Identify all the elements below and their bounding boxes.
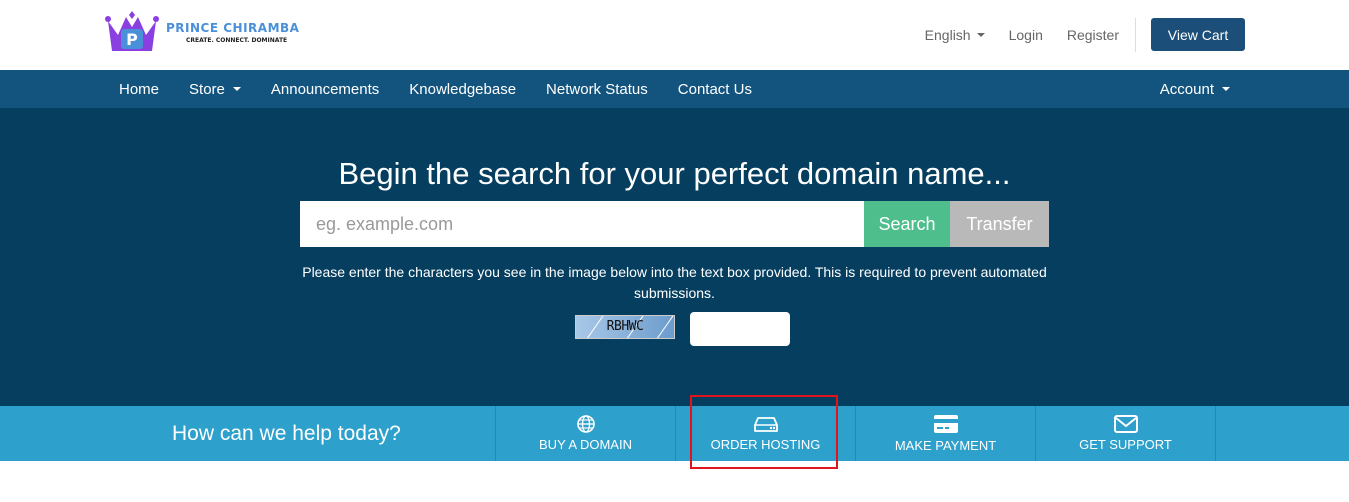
nav-item-store[interactable]: Store <box>174 70 256 108</box>
help-item-label: BUY A DOMAIN <box>539 437 632 452</box>
captcha-code: RBHWC <box>606 319 644 334</box>
help-items: BUY A DOMAIN ORDER HOSTING MAKE PAYMENT <box>495 406 1216 461</box>
transfer-button[interactable]: Transfer <box>950 201 1049 247</box>
svg-text:P: P <box>126 30 138 49</box>
hdd-icon <box>753 417 778 432</box>
main-navbar: Home Store Announcements Knowledgebase N… <box>0 70 1349 108</box>
view-cart-button[interactable]: View Cart <box>1151 18 1245 51</box>
help-bar: How can we help today? BUY A DOMAIN ORDE… <box>0 406 1349 461</box>
globe-icon <box>576 415 595 433</box>
domain-search-hero: Begin the search for your perfect domain… <box>0 108 1349 406</box>
top-links: English Login Register View Cart <box>901 17 1245 52</box>
make-payment-button[interactable]: MAKE PAYMENT <box>856 406 1036 461</box>
language-label: English <box>924 26 971 43</box>
captcha-instructions: Please enter the characters you see in t… <box>302 264 1047 301</box>
captcha-input[interactable] <box>690 312 790 346</box>
brand-tagline: CREATE. CONNECT. DOMINATE <box>186 36 288 44</box>
search-button[interactable]: Search <box>864 201 950 247</box>
nav-item-knowledgebase[interactable]: Knowledgebase <box>394 70 531 108</box>
caret-down-icon <box>232 87 241 91</box>
top-header: P PRINCE CHIRAMBA CREATE. CONNECT. DOMIN… <box>0 0 1349 70</box>
credit-card-icon <box>933 415 958 433</box>
nav-item-home[interactable]: Home <box>104 70 174 108</box>
brand-logo[interactable]: P PRINCE CHIRAMBA CREATE. CONNECT. DOMIN… <box>104 10 324 54</box>
brand-name: PRINCE CHIRAMBA <box>166 20 300 35</box>
hero-title: Begin the search for your perfect domain… <box>338 156 1011 191</box>
crown-logo-icon: P <box>105 11 159 51</box>
nav-item-label: Store <box>189 80 225 98</box>
captcha-image: RBHWC <box>575 315 675 339</box>
caret-down-icon <box>976 32 985 37</box>
domain-search-form: Search Transfer <box>300 201 1049 247</box>
envelope-icon <box>1113 415 1138 433</box>
help-item-label: GET SUPPORT <box>1079 437 1172 452</box>
order-hosting-button[interactable]: ORDER HOSTING <box>676 406 856 461</box>
register-link[interactable]: Register <box>1067 27 1119 43</box>
nav-item-announcements[interactable]: Announcements <box>256 70 394 108</box>
get-support-button[interactable]: GET SUPPORT <box>1036 406 1216 461</box>
domain-search-input[interactable] <box>300 201 864 247</box>
help-item-label: ORDER HOSTING <box>710 437 821 452</box>
nav-item-contact-us[interactable]: Contact Us <box>663 70 767 108</box>
nav-item-label: Account <box>1159 80 1214 98</box>
caret-down-icon <box>1222 87 1230 91</box>
help-item-label: MAKE PAYMENT <box>894 438 997 453</box>
divider <box>1135 17 1136 52</box>
help-title: How can we help today? <box>172 422 401 445</box>
nav-item-account[interactable]: Account <box>1145 70 1245 108</box>
login-link[interactable]: Login <box>1009 27 1043 43</box>
language-selector[interactable]: English <box>925 27 985 43</box>
buy-domain-button[interactable]: BUY A DOMAIN <box>496 406 676 461</box>
nav-item-network-status[interactable]: Network Status <box>531 70 663 108</box>
